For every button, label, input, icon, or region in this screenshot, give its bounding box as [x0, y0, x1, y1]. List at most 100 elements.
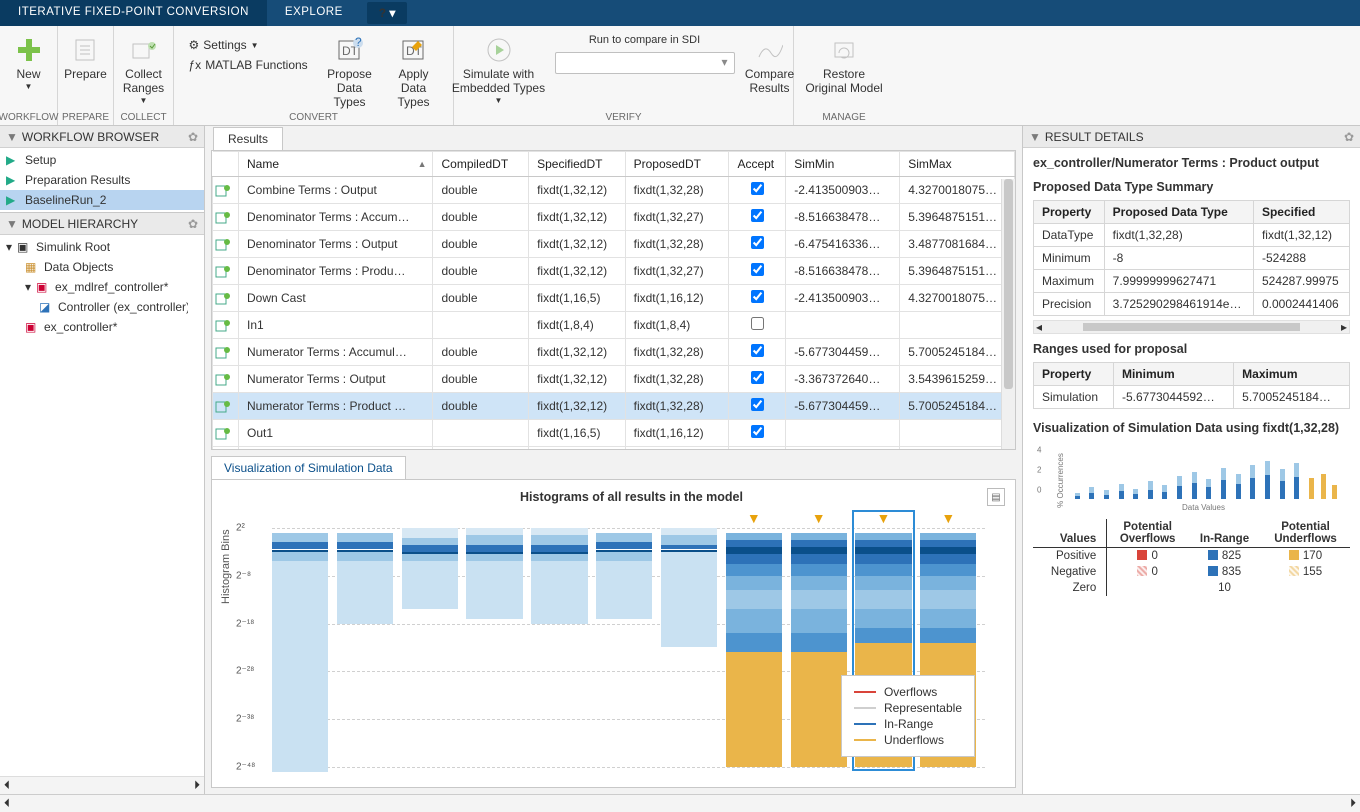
wb-item[interactable]: ▶Preparation Results: [0, 170, 204, 190]
gear-icon[interactable]: ✿: [188, 217, 198, 231]
marker-icon: ▼: [812, 510, 826, 526]
col-header[interactable]: Accept: [729, 152, 786, 177]
marker-icon: ▼: [941, 510, 955, 526]
block-icon: ◪: [39, 300, 53, 314]
signal-icon: [215, 291, 230, 306]
accept-checkbox[interactable]: [751, 209, 764, 222]
new-button[interactable]: New▼: [0, 30, 58, 91]
restore-button[interactable]: Restore Original Model: [799, 30, 889, 96]
hist-column[interactable]: [272, 528, 328, 767]
accept-checkbox[interactable]: [751, 236, 764, 249]
col-header[interactable]: SimMax: [900, 152, 1015, 177]
details-path: ex_controller/Numerator Terms : Product …: [1033, 156, 1350, 170]
sdi-label: Run to compare in SDI: [589, 34, 700, 46]
summary-table: PropertyProposed Data TypeSpecified Data…: [1033, 200, 1350, 316]
accept-checkbox[interactable]: [751, 371, 764, 384]
simulate-button[interactable]: Simulate with Embedded Types ▼: [449, 30, 549, 105]
compare-button[interactable]: Compare Results: [741, 30, 799, 96]
model-tree: ▾▣Simulink Root ▦Data Objects ▾▣ex_mdlre…: [0, 235, 204, 776]
apply-icon: DT: [398, 34, 430, 66]
h-scrollbar[interactable]: ◂▸: [1033, 320, 1350, 334]
matlab-functions-button[interactable]: ƒxMATLAB Functions: [185, 56, 315, 74]
tree-root[interactable]: ▾▣Simulink Root: [0, 237, 204, 257]
run-icon: ▶: [6, 173, 20, 187]
marker-icon: ▼: [747, 510, 761, 526]
accept-checkbox[interactable]: [751, 398, 764, 411]
table-row[interactable]: Combine Terms : Outputdoublefixdt(1,32,1…: [213, 177, 1015, 204]
table-row[interactable]: Numerator Terms : Product …doublefixdt(1…: [213, 393, 1015, 420]
h-scrollbar[interactable]: ⏴⏵: [0, 794, 1360, 812]
signal-icon: [215, 372, 230, 387]
histogram-panel: Histograms of all results in the model ▤…: [211, 479, 1016, 788]
hist-column[interactable]: [596, 528, 652, 767]
table-row[interactable]: Up Castdoublefixdt(1,16,14)fixdt(1,16,12…: [213, 447, 1015, 451]
hist-column[interactable]: ▼: [726, 528, 782, 767]
accept-checkbox[interactable]: [751, 182, 764, 195]
table-row[interactable]: Denominator Terms : Produ…doublefixdt(1,…: [213, 258, 1015, 285]
play-icon: [483, 34, 515, 66]
ribbon: New▼ WORKFLOW Prepare PREPARE Collect Ra…: [0, 26, 1360, 126]
hist-column[interactable]: [531, 528, 587, 767]
viz-options-button[interactable]: ▤: [987, 488, 1005, 506]
plus-icon: [13, 34, 45, 66]
settings-dropdown[interactable]: ⚙Settings ▼: [185, 36, 315, 54]
model-icon: ▣: [36, 280, 50, 294]
grid-icon: ▦: [25, 260, 39, 274]
signal-icon: [215, 183, 230, 198]
col-header[interactable]: SimMin: [786, 152, 900, 177]
wb-item[interactable]: ▶BaselineRun_2: [0, 190, 204, 210]
viz-legend: Overflows Representable In-Range Underfl…: [841, 675, 975, 757]
restore-icon: [828, 34, 860, 66]
col-header[interactable]: SpecifiedDT: [529, 152, 626, 177]
workflow-tree: ▶Setup▶Preparation Results▶BaselineRun_2: [0, 148, 204, 212]
tab-results[interactable]: Results: [213, 127, 283, 150]
tab-viz[interactable]: Visualization of Simulation Data: [211, 456, 406, 479]
table-row[interactable]: Numerator Terms : Accumul…doublefixdt(1,…: [213, 339, 1015, 366]
h-scrollbar[interactable]: ⏴⏵: [0, 776, 204, 794]
tree-mdlref[interactable]: ▾▣ex_mdlref_controller*: [0, 277, 204, 297]
workflow-browser-header: ▼WORKFLOW BROWSER✿: [0, 126, 204, 148]
table-row[interactable]: Out1fixdt(1,16,5)fixdt(1,16,12): [213, 420, 1015, 447]
accept-checkbox[interactable]: [751, 425, 764, 438]
help-button[interactable]: ? ▾: [367, 2, 408, 24]
prepare-button[interactable]: Prepare: [57, 30, 115, 82]
propose-button[interactable]: DT?Propose Data Types: [321, 30, 379, 109]
hist-column[interactable]: ▼: [791, 528, 847, 767]
propose-icon: DT?: [334, 34, 366, 66]
v-scrollbar[interactable]: [1001, 179, 1015, 449]
tree-data-objects[interactable]: ▦Data Objects: [0, 257, 204, 277]
col-header[interactable]: ProposedDT: [625, 152, 729, 177]
sdi-dropdown[interactable]: [555, 52, 735, 74]
gear-icon[interactable]: ✿: [188, 130, 198, 144]
wb-item[interactable]: ▶Setup: [0, 150, 204, 170]
signal-icon: [215, 210, 230, 225]
accept-checkbox[interactable]: [751, 317, 764, 330]
table-row[interactable]: Numerator Terms : Outputdoublefixdt(1,32…: [213, 366, 1015, 393]
col-header[interactable]: Name: [239, 152, 433, 177]
hist-column[interactable]: [402, 528, 458, 767]
signal-icon: [215, 318, 230, 333]
hist-column[interactable]: [466, 528, 522, 767]
apply-button[interactable]: DTApply Data Types: [385, 30, 443, 109]
run-icon: ▶: [6, 153, 20, 167]
collect-ranges-button[interactable]: Collect Ranges▼: [115, 30, 173, 105]
accept-checkbox[interactable]: [751, 290, 764, 303]
tree-exctrl[interactable]: ▣ex_controller*: [0, 317, 204, 337]
signal-icon: [215, 345, 230, 360]
tree-controller[interactable]: ◪Controller (ex_controller): [0, 297, 204, 317]
hist-column[interactable]: [337, 528, 393, 767]
table-row[interactable]: In1fixdt(1,8,4)fixdt(1,8,4): [213, 312, 1015, 339]
accept-checkbox[interactable]: [751, 263, 764, 276]
table-row[interactable]: Denominator Terms : Outputdoublefixdt(1,…: [213, 231, 1015, 258]
fx-icon: ƒx: [189, 58, 202, 72]
col-header[interactable]: CompiledDT: [433, 152, 529, 177]
signal-icon: [215, 399, 230, 414]
tab-iterative[interactable]: ITERATIVE FIXED-POINT CONVERSION: [0, 0, 267, 26]
table-row[interactable]: Down Castdoublefixdt(1,16,5)fixdt(1,16,1…: [213, 285, 1015, 312]
gear-icon[interactable]: ✿: [1344, 130, 1354, 144]
mini-histogram: 024% OccurrencesData Values: [1057, 441, 1350, 511]
tab-explore[interactable]: EXPLORE: [267, 0, 361, 26]
hist-column[interactable]: [661, 528, 717, 767]
table-row[interactable]: Denominator Terms : Accum…doublefixdt(1,…: [213, 204, 1015, 231]
accept-checkbox[interactable]: [751, 344, 764, 357]
